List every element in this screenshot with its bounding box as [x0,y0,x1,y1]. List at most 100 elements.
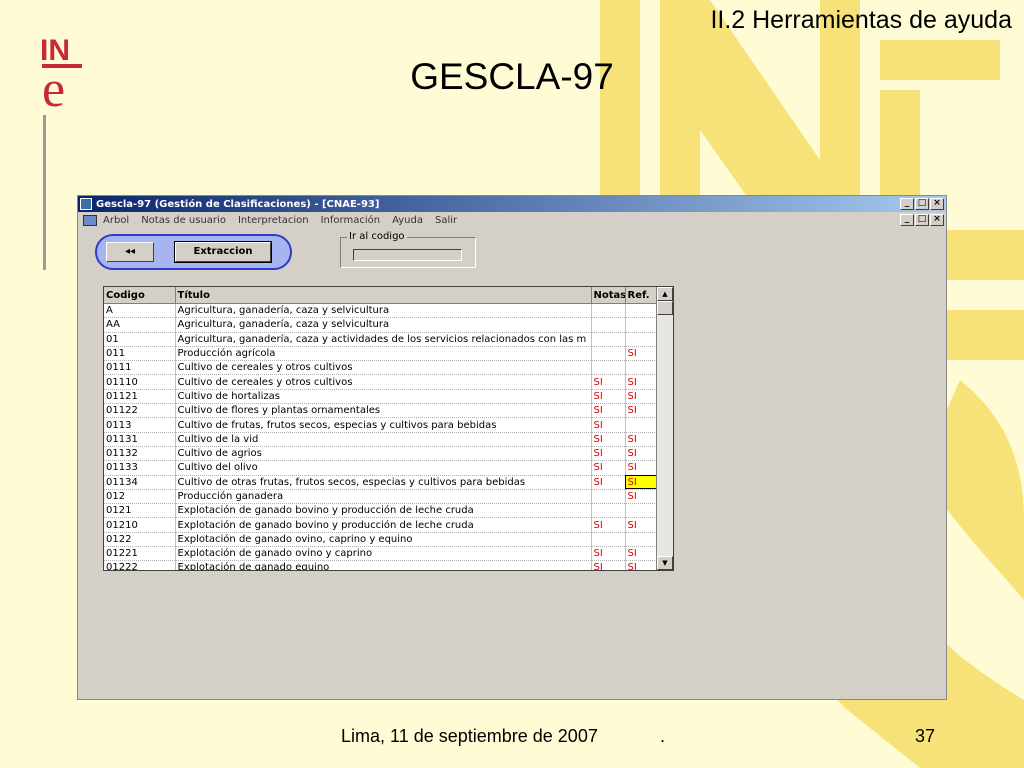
goto-code-input[interactable] [353,249,462,261]
cell-notas[interactable] [591,532,626,548]
cell-codigo[interactable]: 01221 [104,546,176,562]
cell-titulo[interactable]: Explotación de ganado ovino y caprino [175,546,592,562]
cell-codigo[interactable]: 012 [104,489,176,505]
cell-codigo[interactable]: 01131 [104,432,176,447]
table-row[interactable]: 01122 Cultivo de flores y plantas ornamen… [104,403,673,419]
cell-codigo[interactable]: 01210 [104,517,176,533]
document-icon[interactable] [83,215,97,226]
cell-titulo[interactable]: Cultivo de cereales y otros cultivos [175,360,592,376]
cell-ref[interactable] [625,503,660,519]
cell-notas[interactable] [591,303,626,319]
table-row[interactable]: 01134 Cultivo de otras frutas, frutos sec… [104,475,673,490]
cell-titulo[interactable]: Cultivo de cereales y otros cultivos [175,374,592,390]
menu-notas[interactable]: Notas de usuario [141,215,226,226]
table-row[interactable]: 011 Producción agrícola SI [104,346,673,362]
cell-titulo[interactable]: Cultivo de la vid [175,432,592,447]
menu-interpretacion[interactable]: Interpretacion [238,215,309,226]
cell-titulo[interactable]: Cultivo del olivo [175,460,592,476]
cell-codigo[interactable]: 01222 [104,560,176,570]
cell-codigo[interactable]: 01110 [104,374,176,390]
cell-notas[interactable]: SI [591,374,626,390]
table-row[interactable]: AA Agricultura, ganadería, caza y selvicu… [104,317,673,333]
cell-ref[interactable] [625,303,660,319]
cell-notas[interactable]: SI [591,432,626,447]
cell-codigo[interactable]: AA [104,317,176,333]
table-row[interactable]: 01210 Explotación de ganado bovino y prod… [104,517,673,533]
menu-salir[interactable]: Salir [435,215,457,226]
child-close-icon[interactable]: × [930,214,944,226]
vertical-scrollbar[interactable]: ▲ ▼ [656,287,673,570]
cell-notas[interactable]: SI [591,560,626,570]
cell-ref[interactable]: SI [625,346,660,362]
cell-ref[interactable] [625,417,660,433]
cell-ref[interactable]: SI [625,403,660,419]
cell-codigo[interactable]: 01122 [104,403,176,419]
cell-notas[interactable]: SI [591,417,626,433]
cell-titulo[interactable]: Producción ganadera [175,489,592,505]
table-row[interactable]: 01221 Explotación de ganado ovino y capri… [104,546,673,562]
cell-titulo[interactable]: Explotación de ganado equino [175,560,592,570]
cell-ref[interactable]: SI [625,432,660,447]
cell-ref[interactable] [625,532,660,548]
table-row[interactable]: 01 Agricultura, ganadería, caza y activid… [104,332,673,347]
cell-codigo[interactable]: 01132 [104,446,176,462]
cell-titulo[interactable]: Cultivo de frutas, frutos secos, especia… [175,417,592,433]
table-row[interactable]: 0111 Cultivo de cereales y otros cultivos [104,360,673,376]
cell-ref[interactable]: SI [625,489,660,505]
child-minimize-icon[interactable]: _ [900,214,914,226]
scroll-thumb[interactable] [657,301,673,315]
cell-ref[interactable] [625,317,660,333]
cell-codigo[interactable]: 0121 [104,503,176,519]
cell-titulo[interactable]: Explotación de ganado ovino, caprino y e… [175,532,592,548]
table-row[interactable]: 01132 Cultivo de agrios SI SI [104,446,673,462]
cell-codigo[interactable]: 0113 [104,417,176,433]
cell-ref[interactable]: SI [625,446,660,462]
cell-titulo[interactable]: Cultivo de otras frutas, frutos secos, e… [175,475,592,490]
cell-ref[interactable] [625,332,660,347]
cell-titulo[interactable]: Cultivo de flores y plantas ornamentales [175,403,592,419]
table-row[interactable]: 012 Producción ganadera SI [104,489,673,505]
maximize-icon[interactable]: □ [915,198,929,210]
table-row[interactable]: 0122 Explotación de ganado ovino, caprino… [104,532,673,548]
close-icon[interactable]: × [930,198,944,210]
cell-titulo[interactable]: Agricultura, ganadería, caza y selvicult… [175,303,592,319]
header-codigo[interactable]: Codigo [104,287,176,304]
cell-titulo[interactable]: Cultivo de hortalizas [175,389,592,405]
table-row[interactable]: 01131 Cultivo de la vid SI SI [104,432,673,447]
cell-titulo[interactable]: Explotación de ganado bovino y producció… [175,517,592,533]
cell-notas[interactable]: SI [591,389,626,405]
cell-notas[interactable]: SI [591,546,626,562]
window-titlebar[interactable]: Gescla-97 (Gestión de Clasificaciones) -… [78,196,946,212]
header-titulo[interactable]: Título [175,287,592,304]
cell-codigo[interactable]: 0122 [104,532,176,548]
menu-arbol[interactable]: Arbol [103,215,129,226]
cell-codigo[interactable]: 01134 [104,475,176,490]
table-row[interactable]: 01222 Explotación de ganado equino SI SI [104,560,673,570]
table-row[interactable]: 0113 Cultivo de frutas, frutos secos, esp… [104,417,673,433]
child-restore-icon[interactable]: □ [915,214,929,226]
cell-notas[interactable]: SI [591,517,626,533]
cell-ref[interactable]: SI [625,560,660,570]
table-row[interactable]: 0121 Explotación de ganado bovino y produ… [104,503,673,519]
menu-ayuda[interactable]: Ayuda [392,215,423,226]
cell-codigo[interactable]: A [104,303,176,319]
cell-notas[interactable] [591,332,626,347]
header-notas[interactable]: Notas [591,287,626,304]
cell-titulo[interactable]: Agricultura, ganadería, caza y selvicult… [175,317,592,333]
cell-notas[interactable] [591,346,626,362]
table-row[interactable]: 01110 Cultivo de cereales y otros cultivo… [104,374,673,390]
cell-codigo[interactable]: 0111 [104,360,176,376]
cell-codigo[interactable]: 01 [104,332,176,347]
back-button[interactable]: ◂◂ [106,242,154,262]
cell-ref[interactable]: SI [625,517,660,533]
cell-ref[interactable]: SI [625,389,660,405]
extraccion-button[interactable]: Extraccion [174,241,272,263]
table-row[interactable]: 01133 Cultivo del olivo SI SI [104,460,673,476]
menu-informacion[interactable]: Información [321,215,380,226]
cell-codigo[interactable]: 011 [104,346,176,362]
scroll-up-icon[interactable]: ▲ [657,287,673,301]
cell-notas[interactable] [591,503,626,519]
cell-ref[interactable]: SI [625,374,660,390]
cell-titulo[interactable]: Explotación de ganado bovino y producció… [175,503,592,519]
cell-titulo[interactable]: Producción agrícola [175,346,592,362]
